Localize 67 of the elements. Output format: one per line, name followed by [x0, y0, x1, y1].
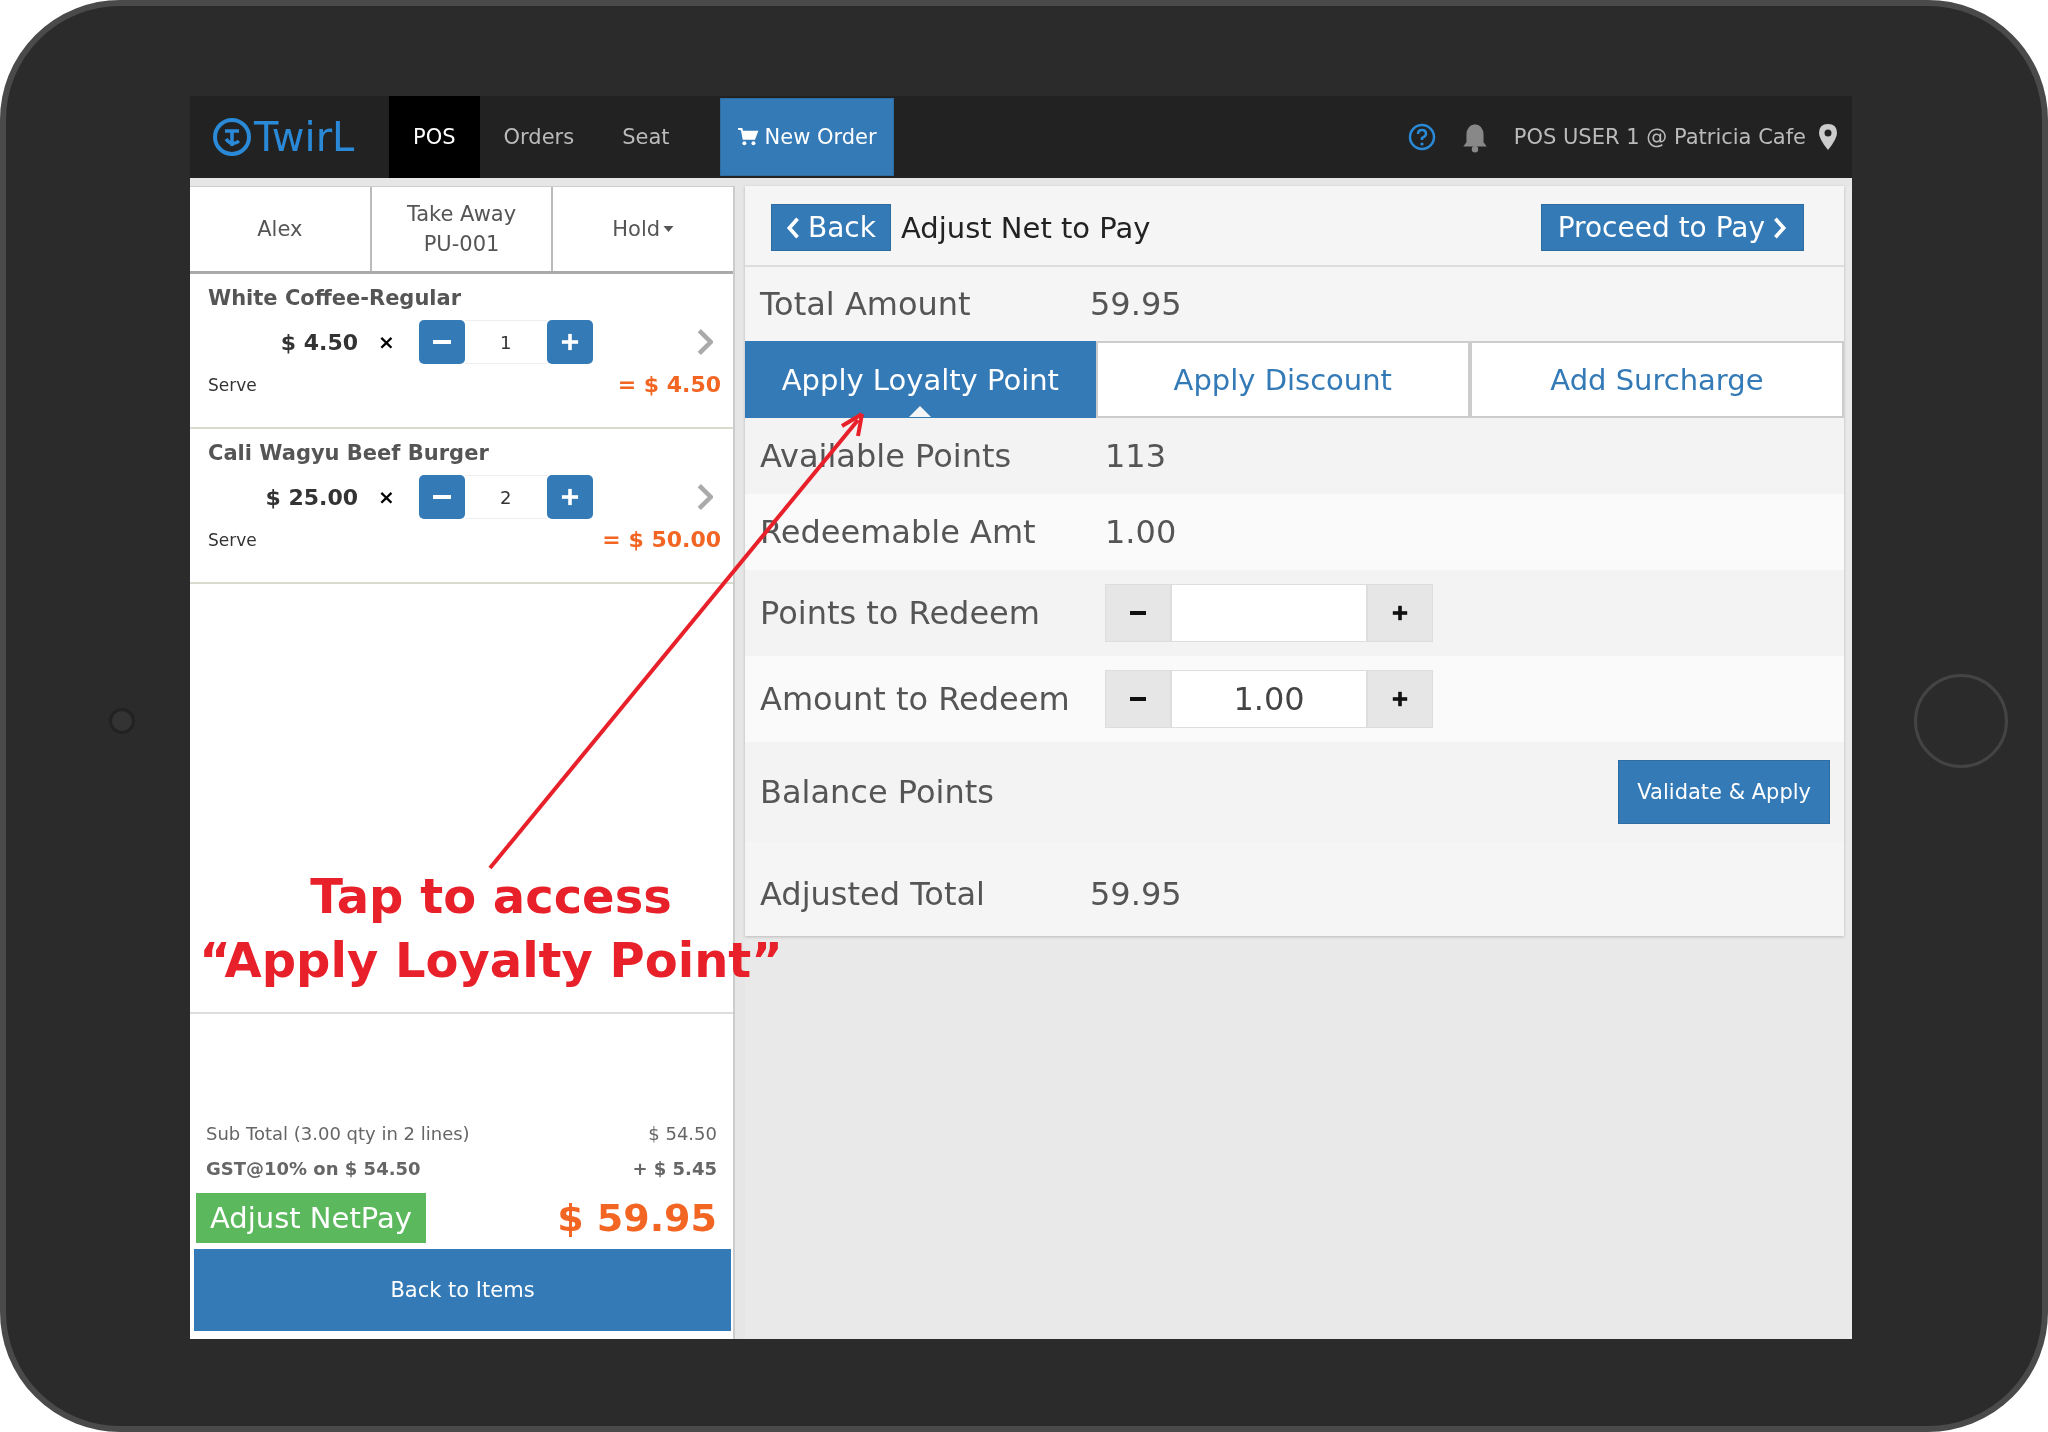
plus-icon — [560, 488, 579, 506]
field-label: Balance Points — [760, 773, 995, 811]
field-value: 1.00 — [1105, 513, 1177, 551]
tax-value: + $ 5.45 — [632, 1158, 717, 1179]
field-label: Redeemable Amt — [760, 513, 1037, 551]
subtotal-value: $ 54.50 — [648, 1123, 717, 1144]
chevron-right-icon[interactable] — [697, 483, 713, 511]
field-value: 113 — [1105, 437, 1167, 475]
number-field[interactable]: 1.00 — [1171, 670, 1367, 728]
quantity-field[interactable]: 2 — [464, 475, 547, 519]
minus-icon — [432, 340, 451, 344]
annotation-text: “Apply Loyalty Point” — [199, 932, 783, 988]
increase-button[interactable] — [1367, 584, 1433, 642]
user-label: POS USER 1 @ Patricia Cafe — [1513, 125, 1806, 149]
new-order-button[interactable]: New Order — [719, 98, 894, 176]
item-status: Serve — [208, 374, 257, 395]
option-tab[interactable]: Add Surcharge — [1469, 341, 1844, 418]
item-total: = $ 4.50 — [617, 372, 721, 397]
subtotal-label: Sub Total (3.00 qty in 2 lines) — [206, 1123, 470, 1144]
item-price: $ 4.50 — [279, 329, 358, 355]
minus-icon — [1130, 697, 1146, 701]
annotation-text: Tap to access — [310, 868, 672, 924]
logo-icon — [212, 117, 252, 157]
adjusted-total-value: 59.95 — [1090, 875, 1182, 913]
item-status: Serve — [208, 529, 257, 550]
multiply-sign: × — [378, 330, 395, 354]
field-label: Amount to Redeem — [760, 680, 1071, 718]
nav-tab[interactable]: POS — [389, 96, 480, 178]
decrease-button[interactable] — [418, 475, 465, 519]
total-amount-value: 59.95 — [1090, 285, 1182, 323]
increase-button[interactable] — [546, 475, 593, 519]
chevron-left-icon — [786, 216, 800, 239]
total-amount-label: Total Amount — [760, 285, 972, 323]
nav-tab[interactable]: Orders — [479, 96, 599, 178]
adjusted-total-label: Adjusted Total — [760, 875, 986, 913]
panel-title: Adjust Net to Pay — [901, 210, 1151, 245]
help-icon[interactable] — [1407, 123, 1436, 151]
plus-icon — [1391, 604, 1409, 622]
item-price: $ 25.00 — [264, 484, 358, 510]
cart-icon — [736, 127, 759, 147]
location-pin-icon[interactable] — [1818, 123, 1838, 151]
plus-icon — [1391, 690, 1409, 708]
tax-label: GST@10% on $ 54.50 — [206, 1158, 421, 1179]
decrease-button[interactable] — [418, 320, 465, 364]
proceed-to-pay-button[interactable]: Proceed to Pay — [1540, 204, 1804, 251]
chevron-right-icon[interactable] — [697, 328, 713, 356]
field-label: Points to Redeem — [760, 594, 1041, 632]
increase-button[interactable] — [1367, 670, 1433, 728]
minus-icon — [432, 495, 451, 499]
multiply-sign: × — [378, 485, 395, 509]
validate-apply-button[interactable]: Validate & Apply — [1618, 760, 1830, 824]
item-total: = $ 50.00 — [602, 527, 721, 552]
chevron-right-icon — [1773, 216, 1787, 239]
back-to-items-button[interactable]: Back to Items — [194, 1249, 731, 1331]
nav-tab[interactable]: Seat — [598, 96, 694, 178]
option-tab[interactable]: Apply Loyalty Point — [745, 341, 1096, 418]
back-button[interactable]: Back — [771, 204, 891, 251]
quantity-field[interactable]: 1 — [464, 320, 547, 364]
option-tab[interactable]: Apply Discount — [1095, 341, 1470, 418]
grand-total: $ 59.95 — [557, 1196, 717, 1240]
item-name: White Coffee-Regular — [208, 286, 463, 310]
increase-button[interactable] — [546, 320, 593, 364]
plus-icon — [560, 333, 579, 351]
number-field[interactable] — [1171, 584, 1367, 642]
logo-text: TwirL — [254, 114, 355, 160]
item-name: Cali Wagyu Beef Burger — [208, 441, 490, 465]
minus-icon — [1130, 611, 1146, 615]
